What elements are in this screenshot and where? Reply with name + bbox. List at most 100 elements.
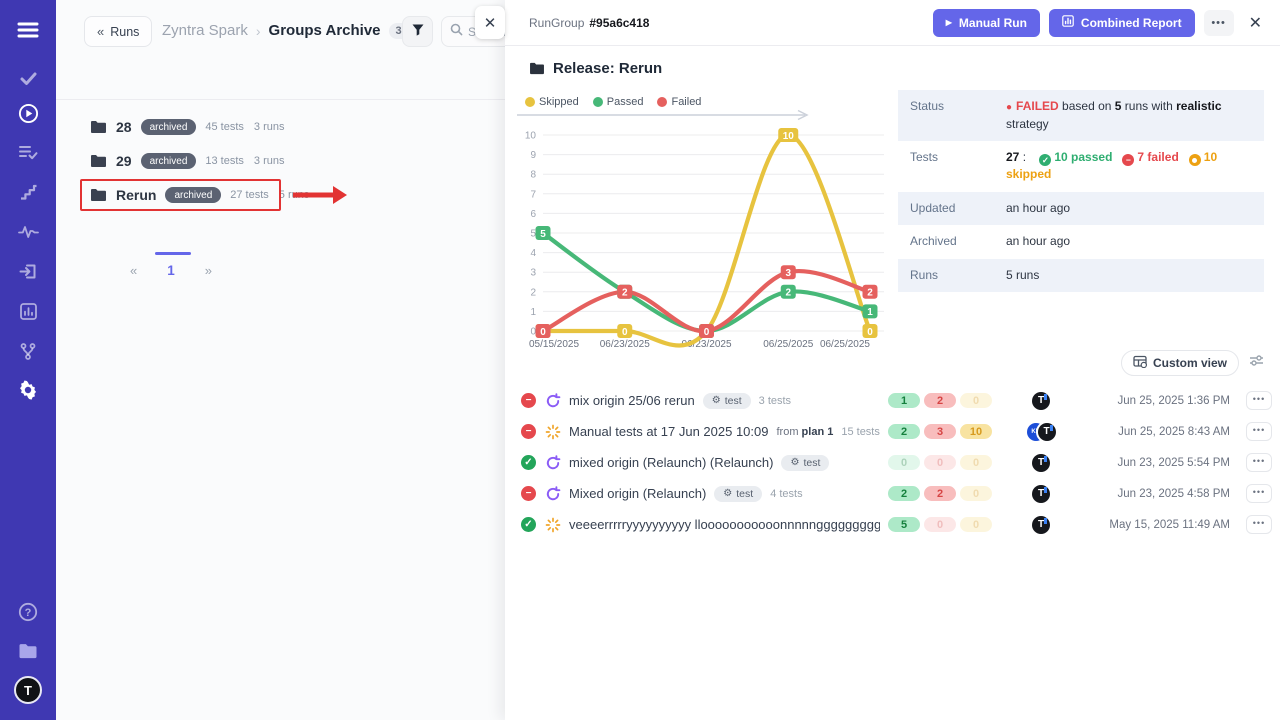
run-more-button[interactable]: ••• <box>1246 484 1272 503</box>
sign-in-icon[interactable] <box>0 256 56 286</box>
pagination: « 1 » <box>56 250 286 278</box>
group-row[interactable]: Rerun archived 27 tests 5 runs <box>56 178 506 212</box>
run-title[interactable]: Manual tests at 17 Jun 2025 10:09 <box>569 424 768 439</box>
manual-run-icon <box>545 517 561 533</box>
table-gear-icon <box>1133 355 1147 371</box>
svg-text:06/25/2025: 06/25/2025 <box>763 339 813 350</box>
help-icon[interactable]: ? <box>0 597 56 627</box>
menu-icon[interactable] <box>0 15 56 45</box>
manual-run-icon <box>545 424 561 440</box>
run-more-button[interactable]: ••• <box>1246 453 1272 472</box>
run-counts: 2 3 10 <box>888 424 1000 439</box>
more-options-button[interactable]: ••• <box>1204 10 1234 36</box>
group-runs-count: 5 runs <box>279 189 310 201</box>
passed-count-pill: 5 <box>888 517 920 532</box>
run-title[interactable]: veeeerrrrryyyyyyyyyy llooooooooooonnnnng… <box>569 517 880 532</box>
avatar[interactable]: T <box>1032 454 1050 472</box>
runs-back-button[interactable]: « Runs <box>84 16 152 47</box>
folder-icon <box>90 154 107 168</box>
avatar[interactable]: T <box>1032 392 1050 410</box>
legend-passed[interactable]: Passed <box>593 96 644 108</box>
play-icon: ▶ <box>946 18 952 27</box>
svg-text:0: 0 <box>704 327 710 338</box>
failed-count-pill: 0 <box>924 517 956 532</box>
run-counts: 5 0 0 <box>888 517 1000 532</box>
run-row[interactable]: − Mixed origin (Relaunch) ⚙ test 4 tests… <box>521 478 1272 509</box>
manual-run-button[interactable]: ▶ Manual Run <box>933 9 1040 37</box>
check-icon[interactable] <box>0 63 56 93</box>
svg-text:2: 2 <box>530 287 536 298</box>
group-tests-count: 13 tests <box>205 155 244 167</box>
group-row[interactable]: 29 archived 13 tests 3 runs <box>56 144 506 178</box>
run-tests-count: 4 tests <box>770 488 802 500</box>
svg-text:4: 4 <box>530 248 536 259</box>
automated-run-icon <box>545 455 561 471</box>
run-more-button[interactable]: ••• <box>1246 422 1272 441</box>
filters-sliders-icon[interactable] <box>1249 354 1264 372</box>
active-page-indicator <box>155 252 191 255</box>
branches-icon[interactable] <box>0 336 56 366</box>
list-check-icon[interactable] <box>0 137 56 167</box>
custom-view-button[interactable]: Custom view <box>1121 350 1239 376</box>
settings-gear-icon[interactable] <box>0 375 56 405</box>
breadcrumb: Zyntra Spark › Groups Archive 3 <box>162 22 409 39</box>
detail-row-updated: Updated an hour ago <box>898 192 1264 225</box>
run-date: Jun 23, 2025 5:54 PM <box>1082 457 1230 469</box>
steps-icon[interactable] <box>0 177 56 207</box>
passed-count-pill: 0 <box>888 455 920 470</box>
run-counts: 2 2 0 <box>888 486 1000 501</box>
drawer-header: RunGroup #95a6c418 ▶ Manual Run Combined… <box>505 0 1280 46</box>
pagination-prev[interactable]: « <box>130 263 137 278</box>
run-row[interactable]: − Manual tests at 17 Jun 2025 10:09 from… <box>521 416 1272 447</box>
run-row[interactable]: ✓ veeeerrrrryyyyyyyyyy llooooooooooonnnn… <box>521 509 1272 540</box>
avatar[interactable]: T <box>1032 485 1050 503</box>
play-circle-icon[interactable] <box>0 98 56 128</box>
run-row[interactable]: − mix origin 25/06 rerun ⚙ test 3 tests … <box>521 385 1272 416</box>
status-failed-text: FAILED <box>1016 99 1059 113</box>
detail-row-runs: Runs 5 runs <box>898 259 1264 292</box>
group-tests-count: 45 tests <box>205 121 244 133</box>
svg-text:7: 7 <box>530 189 536 200</box>
projects-folder-icon[interactable] <box>0 636 56 666</box>
filter-funnel-icon <box>411 23 425 40</box>
svg-text:10: 10 <box>525 131 537 142</box>
group-tests-count: 27 tests <box>230 189 269 201</box>
reports-icon[interactable] <box>0 296 56 326</box>
run-more-button[interactable]: ••• <box>1246 391 1272 410</box>
skipped-dot-icon <box>1189 154 1201 166</box>
run-title[interactable]: mixed origin (Relaunch) (Relaunch) <box>569 455 773 470</box>
skipped-count-pill: 0 <box>960 455 992 470</box>
run-more-button[interactable]: ••• <box>1246 515 1272 534</box>
run-status-icon: − <box>521 486 536 501</box>
svg-text:5: 5 <box>540 229 546 240</box>
avatar[interactable]: T <box>1038 423 1056 441</box>
failed-minus-icon: − <box>1122 154 1134 166</box>
run-title[interactable]: mix origin 25/06 rerun <box>569 393 695 408</box>
run-title[interactable]: Mixed origin (Relaunch) <box>569 486 706 501</box>
svg-text:0: 0 <box>867 327 873 338</box>
pagination-page-1[interactable]: 1 <box>167 263 175 278</box>
rungroup-drawer: RunGroup #95a6c418 ▶ Manual Run Combined… <box>505 0 1280 720</box>
runs-chart: SkippedPassedFailed 01234567891005/15/20… <box>513 96 898 358</box>
svg-text:?: ? <box>25 607 32 619</box>
avatar[interactable]: T <box>1032 516 1050 534</box>
rungroup-id: #95a6c418 <box>589 16 649 30</box>
pagination-next[interactable]: » <box>205 263 212 278</box>
chevrons-left-icon: « <box>97 24 104 39</box>
legend-failed[interactable]: Failed <box>657 96 701 108</box>
run-plan-link[interactable]: plan 1 <box>802 426 834 438</box>
pulse-icon[interactable] <box>0 217 56 247</box>
group-row[interactable]: 28 archived 45 tests 3 runs <box>56 110 506 144</box>
run-counts: 1 2 0 <box>888 393 1000 408</box>
filter-button[interactable] <box>402 16 433 47</box>
run-tests-count: 3 tests <box>759 395 791 407</box>
breadcrumb-project[interactable]: Zyntra Spark <box>162 22 248 39</box>
groups-list: 28 archived 45 tests 3 runs 29 archived … <box>56 110 506 212</box>
panel-close-button[interactable]: ✕ <box>475 6 505 39</box>
run-avatars: T <box>1008 516 1074 534</box>
legend-skipped[interactable]: Skipped <box>525 96 579 108</box>
user-avatar[interactable]: T <box>14 676 42 704</box>
drawer-close-icon[interactable]: ✕ <box>1249 13 1262 33</box>
run-row[interactable]: ✓ mixed origin (Relaunch) (Relaunch) ⚙ t… <box>521 447 1272 478</box>
combined-report-button[interactable]: Combined Report <box>1049 9 1195 37</box>
